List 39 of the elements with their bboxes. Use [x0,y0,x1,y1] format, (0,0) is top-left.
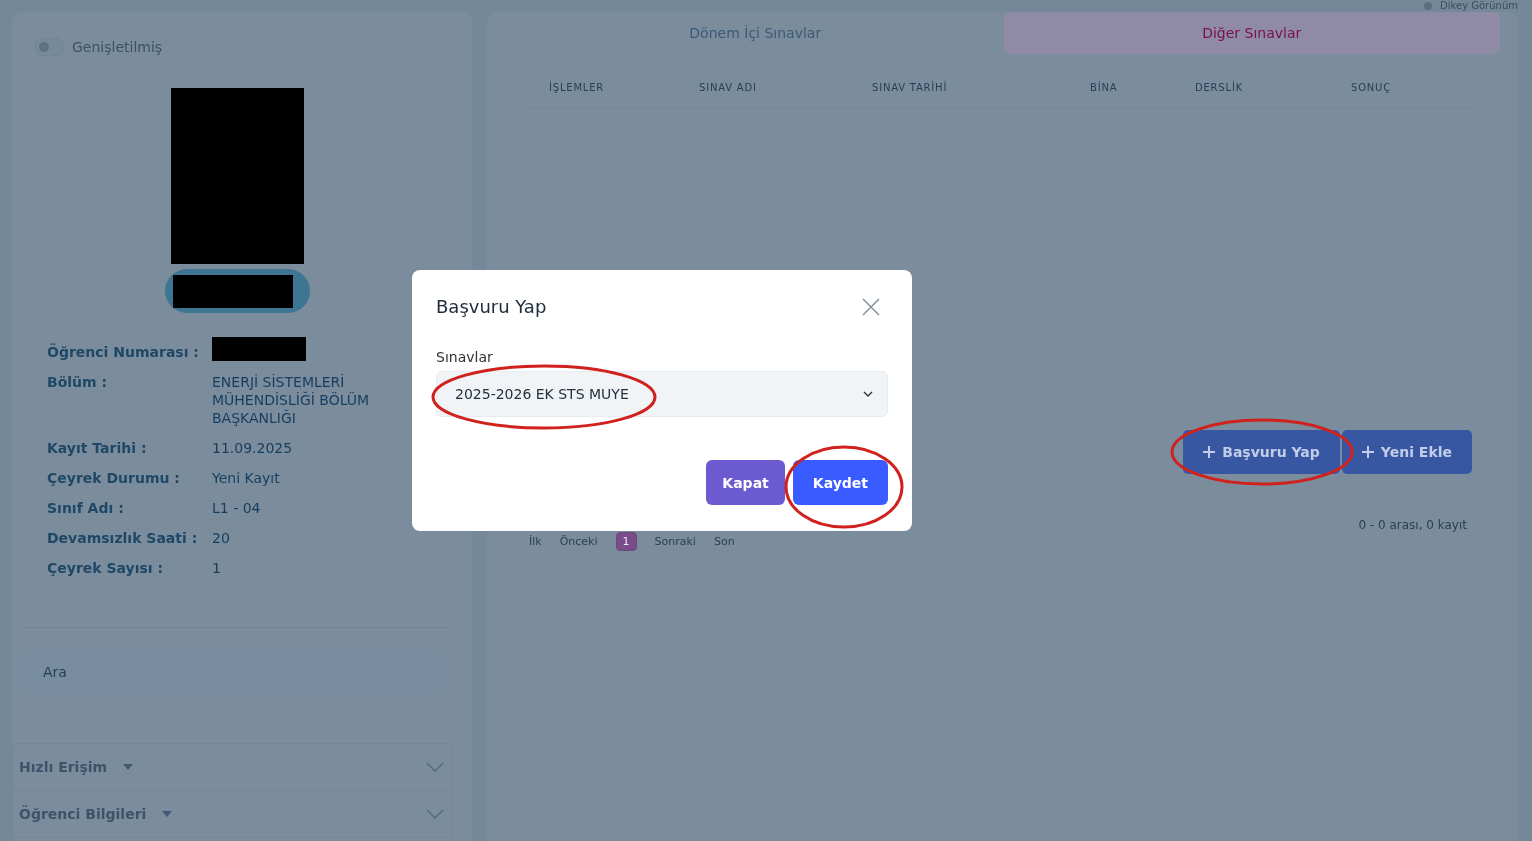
exam-select[interactable]: 2025-2026 EK STS MUYE [436,371,888,417]
field-label: Sınavlar [436,349,494,365]
column-header: SINAV TARİHİ [872,82,949,93]
info-label: Devamsızlık Saati : [47,529,199,547]
dialog-title: Başvuru Yap [436,296,547,317]
info-label: Bölüm : [47,373,109,392]
info-value: 20 [212,529,231,547]
toggle-label: Genişletilmiş [72,39,163,55]
column-header: SINAV ADI [699,82,758,93]
info-value: L1 - 04 [212,499,262,517]
pagination-link[interactable]: 1 [615,532,637,551]
info-label: Kayıt Tarihi : [47,439,148,457]
accordion-item[interactable]: Öğrenci Bilgileri [13,791,452,838]
info-label: Çeyrek Durumu : [47,469,181,487]
view-toggle-label: Dikey Görünüm [1440,0,1518,12]
close-button[interactable]: Kapat [706,460,785,505]
accordion-item[interactable]: Hızlı Erişim [13,744,452,791]
info-label: Sınıf Adı : [47,499,125,517]
record-summary: 0 - 0 arası, 0 kayıt [1358,517,1467,532]
search-field[interactable]: Ara [22,650,442,693]
add-button[interactable]: Başvuru Yap [1183,430,1340,474]
info-label: Çeyrek Sayısı : [47,559,165,577]
save-button[interactable]: Kaydet [792,460,888,505]
column-header: İŞLEMLER [549,82,606,93]
info-value: 11.09.2025 [212,439,294,457]
add-button[interactable]: Yeni Ekle [1341,430,1472,474]
column-header: BİNA [1090,82,1119,93]
info-label: Öğrenci Numarası : [47,343,200,361]
info-value: ENERJİ SİSTEMLERİ MÜHENDİSLİĞİ BÖLÜM BAŞKANLIĞI [212,373,371,427]
pagination-link[interactable]: İlk [529,533,542,550]
pagination-link[interactable]: Önceki [559,533,598,550]
pagination-link[interactable]: Sonraki [654,533,696,550]
column-header: SONUÇ [1351,82,1392,93]
info-value: Yeni Kayıt [212,469,281,487]
tab[interactable]: Dönem İçi Sınavlar [507,12,1004,54]
tab[interactable]: Diğer Sınavlar [1003,12,1500,54]
info-value: 1 [212,559,222,577]
column-header: DERSLİK [1195,82,1244,93]
pagination-link[interactable]: Son [713,533,735,550]
